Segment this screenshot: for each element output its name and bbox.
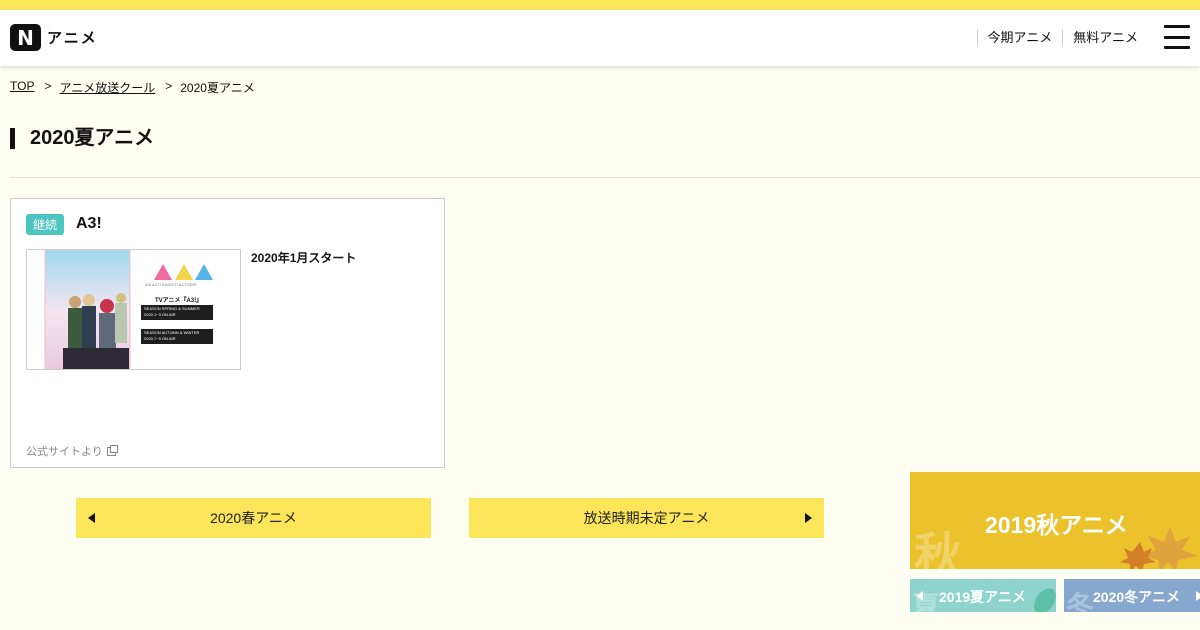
nav-link-free-anime[interactable]: 無料アニメ	[1062, 30, 1148, 46]
source-label: 公式サイトより	[26, 446, 103, 458]
status-badge: 継続	[26, 214, 65, 235]
source-link[interactable]: 公式サイトより	[26, 443, 118, 459]
next-season-label: 放送時期未定アニメ	[583, 510, 710, 526]
site-header: N アニメ 今期アニメ 無料アニメ	[0, 10, 1200, 66]
breadcrumb-link-cour[interactable]: アニメ放送クール	[59, 79, 155, 96]
anime-title[interactable]: A3!	[76, 215, 102, 233]
season-nav-summer[interactable]: 夏 2019夏アニメ	[910, 579, 1056, 612]
external-link-icon	[106, 444, 118, 456]
leaf-icon	[1034, 588, 1056, 612]
breadcrumb-link-top[interactable]: TOP	[10, 79, 34, 96]
top-accent-bar	[0, 0, 1200, 10]
thumb-air-box-2: SEASON AUTUMN & WINTER 2020.7~9 ON AIR	[141, 329, 213, 344]
breadcrumb: TOP > アニメ放送クール > 2020夏アニメ	[10, 79, 255, 96]
arrow-left-icon	[88, 513, 95, 523]
prev-season-button[interactable]: 2020春アニメ	[76, 498, 431, 538]
season-nav-main[interactable]: 秋 2019秋アニメ	[910, 472, 1200, 569]
maple-leaf-icon	[1120, 527, 1198, 569]
anime-thumbnail[interactable]: A3! ACT! ADDICT! ACTORS! TVアニメ『A3!』 SEAS…	[26, 249, 241, 370]
thumb-heading: TVアニメ『A3!』	[155, 298, 203, 304]
site-logo[interactable]: N アニメ	[10, 24, 98, 51]
season-summer-label: 2019夏アニメ	[939, 589, 1026, 605]
season-nav-winter[interactable]: 冬 2020冬アニメ	[1064, 579, 1200, 612]
logo-mark: N	[10, 24, 41, 51]
arrow-right-icon	[1196, 591, 1200, 601]
breadcrumb-separator: >	[44, 79, 52, 93]
logo-text: アニメ	[47, 30, 98, 47]
a3-logo-mark	[154, 264, 213, 280]
season-kanji-winter: 冬	[1066, 590, 1095, 612]
divider	[10, 177, 1200, 178]
breadcrumb-current: 2020夏アニメ	[180, 81, 255, 95]
breadcrumb-separator: >	[165, 79, 173, 93]
header-nav: 今期アニメ 無料アニメ	[976, 30, 1149, 46]
thumb-air-box-1: SEASON SPRING & SUMMER 2020.1~3 ON AIR	[141, 305, 213, 320]
season-main-label: 2019秋アニメ	[985, 512, 1128, 538]
nav-link-current-season[interactable]: 今期アニメ	[976, 30, 1063, 46]
page-title: 2020夏アニメ	[10, 128, 154, 149]
arrow-left-icon	[916, 591, 923, 601]
hamburger-menu-icon[interactable]	[1164, 25, 1190, 49]
next-season-button[interactable]: 放送時期未定アニメ	[469, 498, 824, 538]
season-kanji-autumn: 秋	[914, 528, 963, 569]
arrow-right-icon	[805, 513, 812, 523]
prev-season-label: 2020春アニメ	[210, 510, 297, 526]
thumb-logo-caption: A3! ACT! ADDICT! ACTORS!	[145, 282, 197, 287]
season-winter-label: 2020冬アニメ	[1093, 589, 1180, 605]
anime-card[interactable]: 継続 A3! A3! ACT! ADDICT! ACTORS! TVアニメ『A3…	[10, 198, 445, 468]
start-date: 2020年1月スタート	[251, 251, 357, 265]
